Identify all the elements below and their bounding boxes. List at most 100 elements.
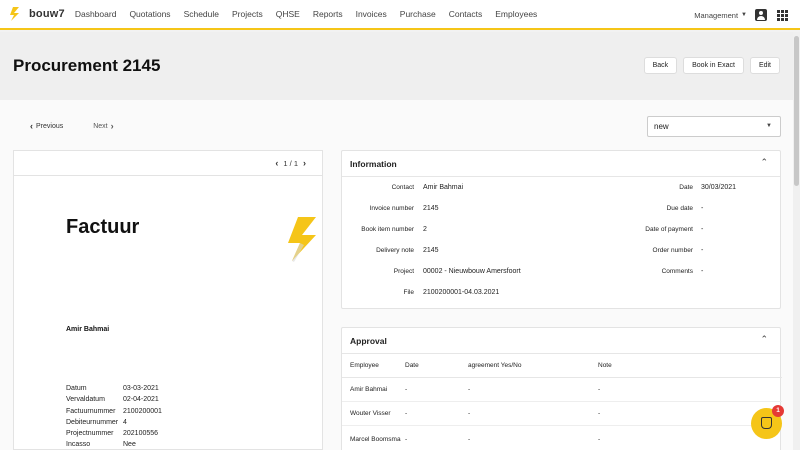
logo-text: bouw7: [29, 8, 65, 20]
table-header: Employee Date agreement Yes/No Note: [342, 354, 782, 378]
notification-badge: 1: [772, 405, 784, 417]
approval-title: Approval: [350, 336, 387, 346]
page-scrollbar[interactable]: [793, 32, 800, 450]
contact-label: Contact: [391, 184, 414, 191]
project-value: 00002 - Nieuwbouw Amersfoort: [423, 268, 521, 275]
table-row: Wouter Visser - - -: [342, 402, 782, 426]
scrollbar-thumb[interactable]: [794, 36, 799, 186]
date-label: Date: [679, 184, 693, 191]
previous-link[interactable]: ‹ Previous: [27, 121, 63, 131]
field-value: 03-03-2021: [123, 385, 159, 392]
info-row: Project 00002 - Nieuwbouw Amersfoort Com…: [342, 261, 782, 282]
next-link[interactable]: Next ›: [93, 121, 116, 131]
date-of-payment-value: -: [701, 226, 704, 233]
book-item-number-label: Book item number: [361, 226, 414, 233]
document-field-row: Incasso Nee: [66, 439, 162, 449]
field-key: Projectnummer: [66, 430, 114, 438]
table-row: Marcel Boomsma - - -: [342, 426, 782, 450]
nav-contacts[interactable]: Contacts: [449, 9, 483, 19]
chevron-right-icon: ›: [110, 121, 114, 131]
chevron-up-icon[interactable]: ⌃: [760, 157, 768, 168]
nav-right: Management ▼: [694, 0, 788, 30]
chevron-left-icon: ‹: [30, 121, 33, 131]
document-toolbar: ‹ 1 / 1 ›: [14, 151, 322, 176]
info-row: Book item number 2 Date of payment -: [342, 219, 782, 240]
nav-employees[interactable]: Employees: [495, 9, 537, 19]
field-value: 2100200001: [123, 407, 162, 415]
header-actions: Back Book in Exact Edit: [638, 57, 780, 74]
agreement-cell: -: [468, 410, 471, 417]
field-key: Debiteurnummer: [66, 418, 119, 426]
field-key: Vervaldatum: [66, 396, 105, 404]
content-area: ‹ Previous Next › new ▼ ‹ 1 / 1 › Factuu…: [0, 100, 800, 450]
main-nav: Dashboard Quotations Schedule Projects Q…: [75, 9, 550, 19]
date-value: 30/03/2021: [701, 184, 737, 191]
information-fields: Contact Amir Bahmai Date 30/03/2021 Invo…: [342, 177, 782, 303]
nav-qhse[interactable]: QHSE: [276, 9, 300, 19]
note-cell: -: [598, 386, 601, 393]
invoice-number-value: 2145: [423, 205, 439, 212]
column-header: Note: [598, 362, 612, 369]
date-cell: -: [405, 386, 408, 393]
document-heading: Factuur: [66, 216, 140, 238]
top-navigation-bar: bouw7 Dashboard Quotations Schedule Proj…: [0, 0, 800, 30]
status-select[interactable]: new ▼: [647, 116, 781, 137]
chevron-left-icon[interactable]: ‹: [275, 158, 278, 168]
brand-logo[interactable]: bouw7: [8, 6, 65, 22]
chevron-up-icon[interactable]: ⌃: [760, 334, 768, 345]
chevron-right-icon[interactable]: ›: [303, 158, 306, 168]
delivery-note-label: Delivery note: [376, 247, 414, 254]
column-header: Date: [405, 362, 419, 369]
field-value: Nee: [123, 441, 136, 449]
information-header[interactable]: Information ⌃: [342, 151, 780, 177]
back-button[interactable]: Back: [643, 57, 678, 74]
document-field-row: Vervaldatum 02-04-2021: [66, 394, 162, 405]
employee-cell: Wouter Visser: [350, 410, 391, 417]
chat-icon: [761, 417, 772, 429]
document-fields: Datum 03-03-2021 Vervaldatum 02-04-2021 Fa…: [66, 383, 162, 449]
comments-label: Comments: [661, 268, 693, 275]
nav-reports[interactable]: Reports: [313, 9, 343, 19]
document-field-row: Projectnummer 202100556: [66, 428, 162, 439]
next-label: Next: [93, 122, 108, 130]
nav-invoices[interactable]: Invoices: [356, 9, 387, 19]
date-cell: -: [405, 436, 408, 443]
page-title: Procurement 2145: [13, 56, 161, 75]
approval-header[interactable]: Approval ⌃: [342, 328, 780, 354]
file-value[interactable]: 2100200001-04.03.2021: [423, 289, 603, 296]
apps-grid-icon[interactable]: [777, 9, 788, 21]
nav-purchase[interactable]: Purchase: [400, 9, 436, 19]
nav-dashboard[interactable]: Dashboard: [75, 9, 117, 19]
document-field-row: Debiteurnummer 4: [66, 417, 162, 428]
field-value: 202100556: [123, 430, 159, 438]
company-menu-label: Management: [694, 10, 739, 20]
page-header: Procurement 2145 Back Book in Exact Edit: [0, 32, 800, 100]
document-page-nav: ‹ 1 / 1 ›: [270, 158, 311, 168]
nav-quotations[interactable]: Quotations: [129, 9, 170, 19]
user-icon[interactable]: [755, 9, 767, 21]
field-value: 02-04-2021: [123, 396, 159, 404]
bouw7-logo-icon: [10, 7, 19, 21]
record-pager: ‹ Previous Next ›: [27, 121, 117, 131]
edit-button[interactable]: Edit: [749, 57, 780, 74]
employee-cell: Marcel Boomsma: [350, 436, 401, 443]
agreement-cell: -: [468, 386, 471, 393]
field-key: Factuurnummer: [66, 407, 116, 415]
approval-panel: Approval ⌃ Employee Date agreement Yes/N…: [341, 327, 782, 450]
column-header: agreement Yes/No: [468, 362, 522, 369]
order-number-label: Order number: [652, 247, 693, 254]
due-date-value: -: [701, 205, 704, 212]
bouw7-logo-icon: [288, 217, 316, 262]
field-value: 4: [123, 418, 127, 426]
project-label: Project: [393, 268, 414, 275]
approval-table: Employee Date agreement Yes/No Note Amir…: [342, 354, 782, 450]
company-menu[interactable]: Management ▼: [694, 11, 747, 20]
nav-schedule[interactable]: Schedule: [184, 9, 219, 19]
nav-projects[interactable]: Projects: [232, 9, 263, 19]
information-panel: Information ⌃ Contact Amir Bahmai Date 3…: [341, 150, 781, 309]
previous-label: Previous: [36, 122, 64, 130]
chat-launcher[interactable]: 1: [751, 405, 784, 439]
book-in-exact-button[interactable]: Book in Exact: [683, 57, 744, 74]
contact-value: Amir Bahmai: [423, 184, 464, 191]
chevron-down-icon: ▼: [766, 123, 772, 129]
